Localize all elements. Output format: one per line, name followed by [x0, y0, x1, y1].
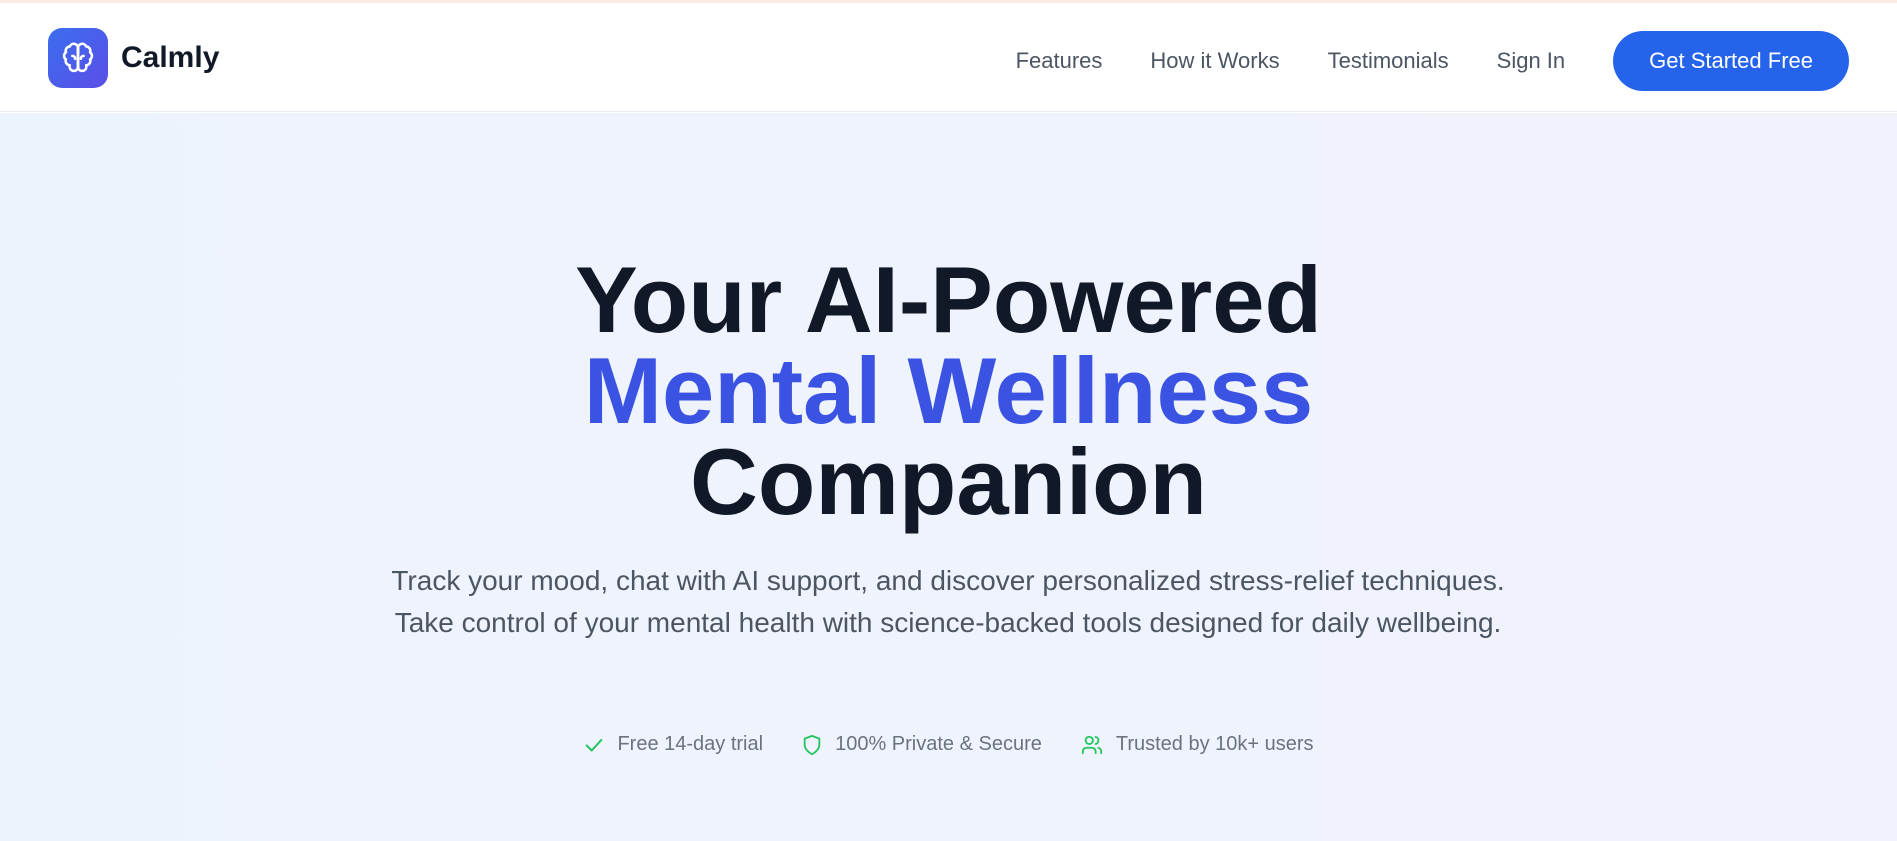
main-nav: Features How it Works Testimonials Sign … [1016, 31, 1849, 91]
get-started-button[interactable]: Get Started Free [1613, 31, 1849, 91]
site-header: Calmly Features How it Works Testimonial… [0, 3, 1897, 112]
brand-name: Calmly [121, 41, 220, 74]
shield-icon [803, 734, 821, 755]
hero-subtitle: Track your mood, chat with AI support, a… [391, 565, 1505, 638]
badge-private-secure: 100% Private & Secure [801, 733, 1042, 756]
brain-icon [48, 28, 108, 88]
nav-link-features[interactable]: Features [1016, 48, 1103, 74]
badge-label: Trusted by 10k+ users [1115, 733, 1314, 755]
users-icon [1081, 735, 1102, 754]
hero-title-highlight: Mental Wellness [583, 338, 1314, 443]
badge-label: Free 14-day trial [617, 733, 764, 755]
brand-logo[interactable]: Calmly [48, 28, 219, 88]
badge-free-trial: Free 14-day trial [583, 733, 763, 756]
trust-badges: Free 14-day trial 100% Private & Secure … [0, 733, 1897, 756]
hero-section: Your AI-Powered Mental Wellness Companio… [0, 113, 1897, 841]
hero-title-line-1: Your AI-Powered [575, 247, 1322, 352]
nav-link-how-it-works[interactable]: How it Works [1150, 48, 1279, 74]
badge-trusted-users: Trusted by 10k+ users [1080, 733, 1314, 756]
check-icon [586, 738, 603, 752]
nav-link-testimonials[interactable]: Testimonials [1328, 48, 1449, 74]
badge-label: 100% Private & Secure [835, 733, 1042, 755]
nav-link-sign-in[interactable]: Sign In [1497, 48, 1566, 74]
hero-title-line-3: Companion [690, 429, 1207, 534]
